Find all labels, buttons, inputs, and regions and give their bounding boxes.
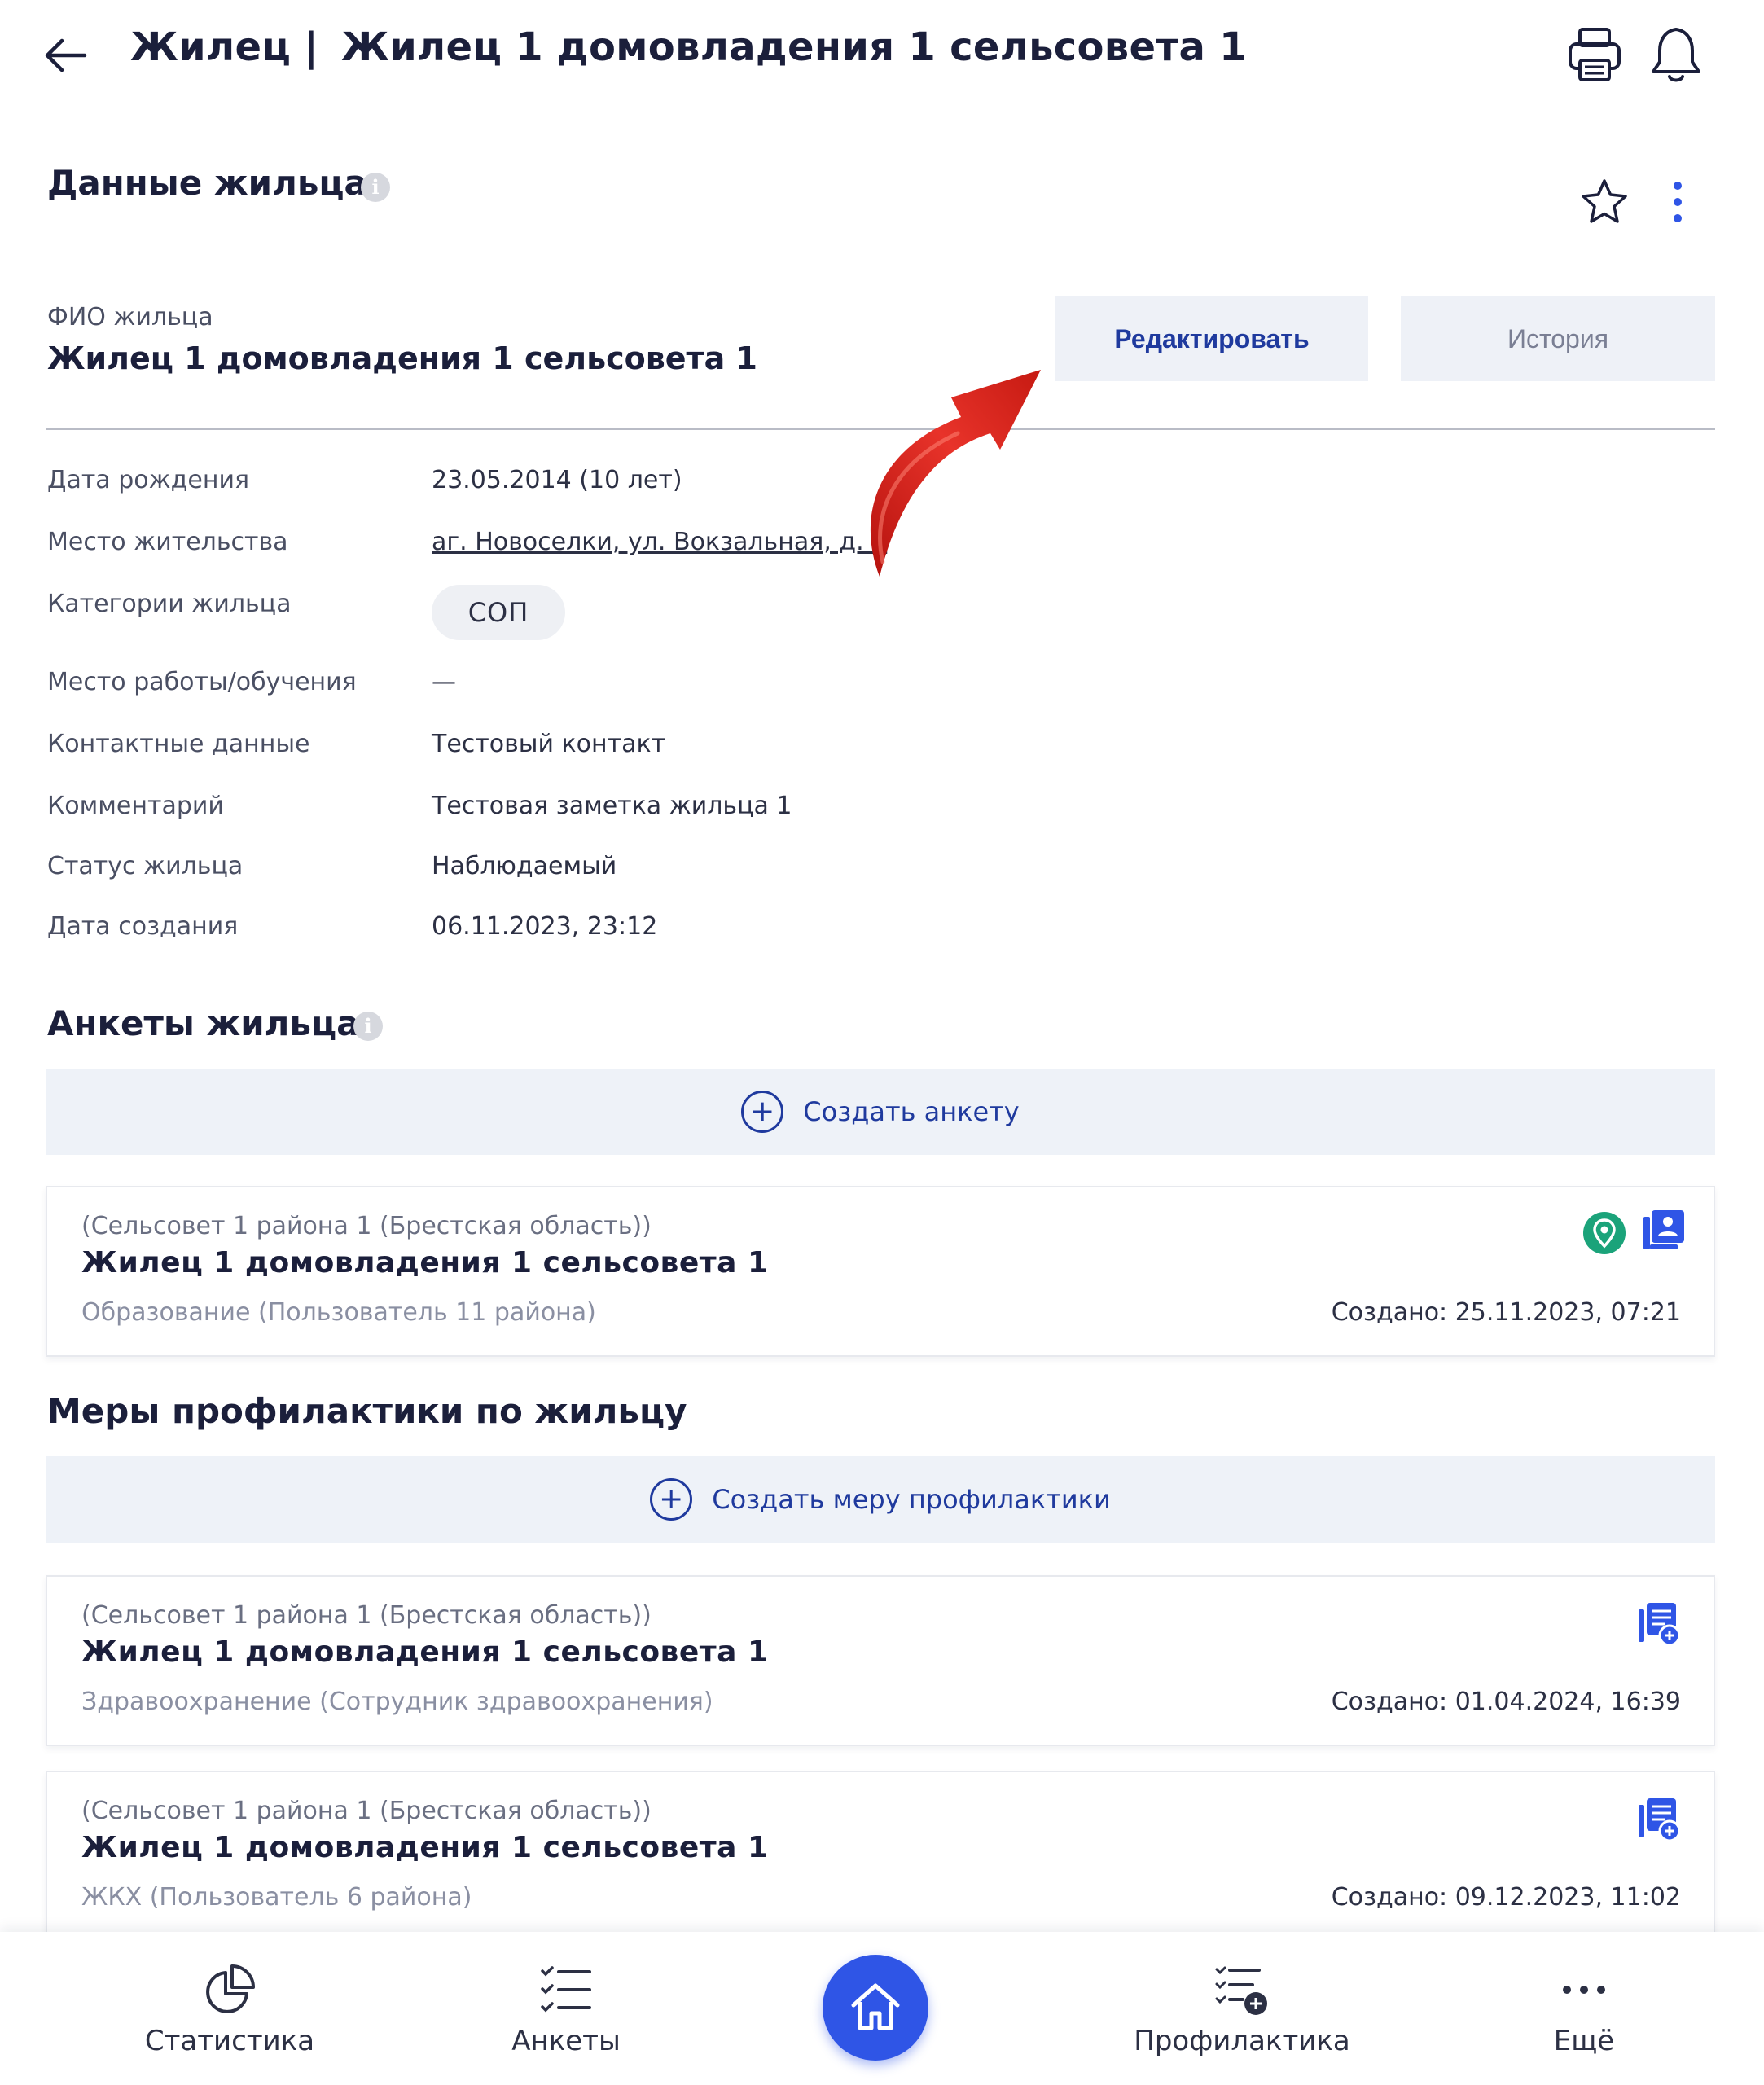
card-org: (Сельсовет 1 района 1 (Брестская область… bbox=[81, 1797, 652, 1825]
comment-label: Комментарий bbox=[47, 792, 224, 820]
work-label: Место работы/обучения bbox=[47, 668, 357, 696]
category-chip: СОП bbox=[432, 585, 565, 640]
card-sub: Здравоохранение (Сотрудник здравоохранен… bbox=[81, 1688, 713, 1716]
nav-forms[interactable]: Анкеты bbox=[480, 1932, 652, 2085]
nav-statistics-label: Статистика bbox=[144, 2025, 315, 2057]
card-date: Создано: 09.12.2023, 11:02 bbox=[1331, 1883, 1681, 1912]
comment-value: Тестовая заметка жильца 1 bbox=[432, 792, 792, 820]
created-label: Дата создания bbox=[47, 912, 239, 941]
created-value: 06.11.2023, 23:12 bbox=[432, 912, 658, 941]
contact-book-icon[interactable] bbox=[1640, 1207, 1686, 1253]
create-questionnaire-label: Создать анкету bbox=[803, 1096, 1020, 1127]
create-prevention-button[interactable]: + Создать меру профилактики bbox=[46, 1456, 1715, 1543]
star-icon[interactable] bbox=[1580, 178, 1629, 226]
history-button[interactable]: История bbox=[1401, 296, 1715, 381]
card-date: Создано: 01.04.2024, 16:39 bbox=[1331, 1688, 1681, 1716]
page-title: Жилец | Жилец 1 домовладения 1 сельсовета … bbox=[130, 24, 1247, 70]
card-sub: Образование (Пользователь 11 района) bbox=[81, 1298, 596, 1327]
location-pin-icon[interactable] bbox=[1582, 1210, 1627, 1256]
top-bar: Жилец | Жилец 1 домовладения 1 сельсовета … bbox=[0, 0, 1764, 114]
info-icon[interactable]: i bbox=[353, 1012, 383, 1041]
home-icon bbox=[851, 1983, 900, 2030]
pie-chart-icon bbox=[206, 1964, 255, 2013]
questionnaires-section-title: Анкеты жильца bbox=[47, 1003, 360, 1043]
printer-icon[interactable] bbox=[1564, 24, 1626, 86]
category-label: Категории жильца bbox=[47, 590, 292, 618]
status-label: Статус жильца bbox=[47, 852, 244, 880]
annotation-arrow-icon bbox=[870, 370, 1041, 577]
nav-prevention[interactable]: Профилактика bbox=[1116, 1932, 1368, 2085]
info-icon[interactable]: i bbox=[361, 173, 390, 202]
birth-date-value: 23.05.2014 (10 лет) bbox=[432, 466, 682, 494]
home-button[interactable] bbox=[823, 1955, 928, 2061]
prevention-section-title: Меры профилактики по жильцу bbox=[47, 1391, 687, 1431]
more-vertical-icon[interactable] bbox=[1661, 178, 1694, 226]
card-name: Жилец 1 домовладения 1 сельсовета 1 bbox=[81, 1831, 769, 1864]
card-name: Жилец 1 домовладения 1 сельсовета 1 bbox=[81, 1246, 769, 1280]
more-horizontal-icon bbox=[1563, 1986, 1605, 1994]
edit-button[interactable]: Редактировать bbox=[1055, 296, 1368, 381]
card-org: (Сельсовет 1 района 1 (Брестская область… bbox=[81, 1601, 652, 1630]
residence-label: Место жительства bbox=[47, 528, 288, 556]
nav-more-label: Ещё bbox=[1553, 2025, 1615, 2057]
fio-label: ФИО жильца bbox=[47, 303, 213, 331]
status-value: Наблюдаемый bbox=[432, 852, 617, 880]
resident-section-title: Данные жильца bbox=[47, 163, 367, 203]
list-add-icon[interactable] bbox=[1635, 1797, 1681, 1842]
plus-circle-icon: + bbox=[741, 1091, 784, 1133]
questionnaire-card[interactable]: (Сельсовет 1 района 1 (Брестская область… bbox=[46, 1186, 1715, 1357]
list-add-icon[interactable] bbox=[1635, 1601, 1681, 1647]
nav-statistics[interactable]: Статистика bbox=[132, 1932, 327, 2085]
nav-forms-label: Анкеты bbox=[511, 2025, 621, 2057]
card-org: (Сельсовет 1 района 1 (Брестская область… bbox=[81, 1212, 652, 1240]
residence-link[interactable]: аг. Новоселки, ул. Вокзальная, д. 1 bbox=[432, 528, 887, 556]
card-date: Создано: 25.11.2023, 07:21 bbox=[1331, 1298, 1681, 1327]
contacts-value: Тестовый контакт bbox=[432, 730, 666, 758]
card-sub: ЖКХ (Пользователь 6 района) bbox=[81, 1883, 472, 1912]
plus-circle-icon: + bbox=[650, 1478, 693, 1521]
create-questionnaire-button[interactable]: + Создать анкету bbox=[46, 1069, 1715, 1155]
nav-more[interactable]: Ещё bbox=[1531, 1932, 1637, 2085]
create-prevention-label: Создать меру профилактики bbox=[712, 1484, 1111, 1515]
prevention-card[interactable]: (Сельсовет 1 района 1 (Брестская область… bbox=[46, 1575, 1715, 1746]
prevention-card[interactable]: (Сельсовет 1 района 1 (Брестская область… bbox=[46, 1771, 1715, 1942]
fio-value: Жилец 1 домовладения 1 сельсовета 1 bbox=[47, 340, 757, 376]
contacts-label: Контактные данные bbox=[47, 730, 310, 758]
back-arrow-icon[interactable] bbox=[42, 31, 91, 80]
birth-date-label: Дата рождения bbox=[47, 466, 249, 494]
work-value: — bbox=[432, 668, 456, 696]
nav-prevention-label: Профилактика bbox=[1134, 2025, 1350, 2057]
checklist-add-icon bbox=[1215, 1966, 1267, 2015]
card-name: Жилец 1 домовладения 1 сельсовета 1 bbox=[81, 1635, 769, 1669]
checklist-icon bbox=[541, 1966, 591, 2013]
bell-icon[interactable] bbox=[1645, 24, 1707, 86]
